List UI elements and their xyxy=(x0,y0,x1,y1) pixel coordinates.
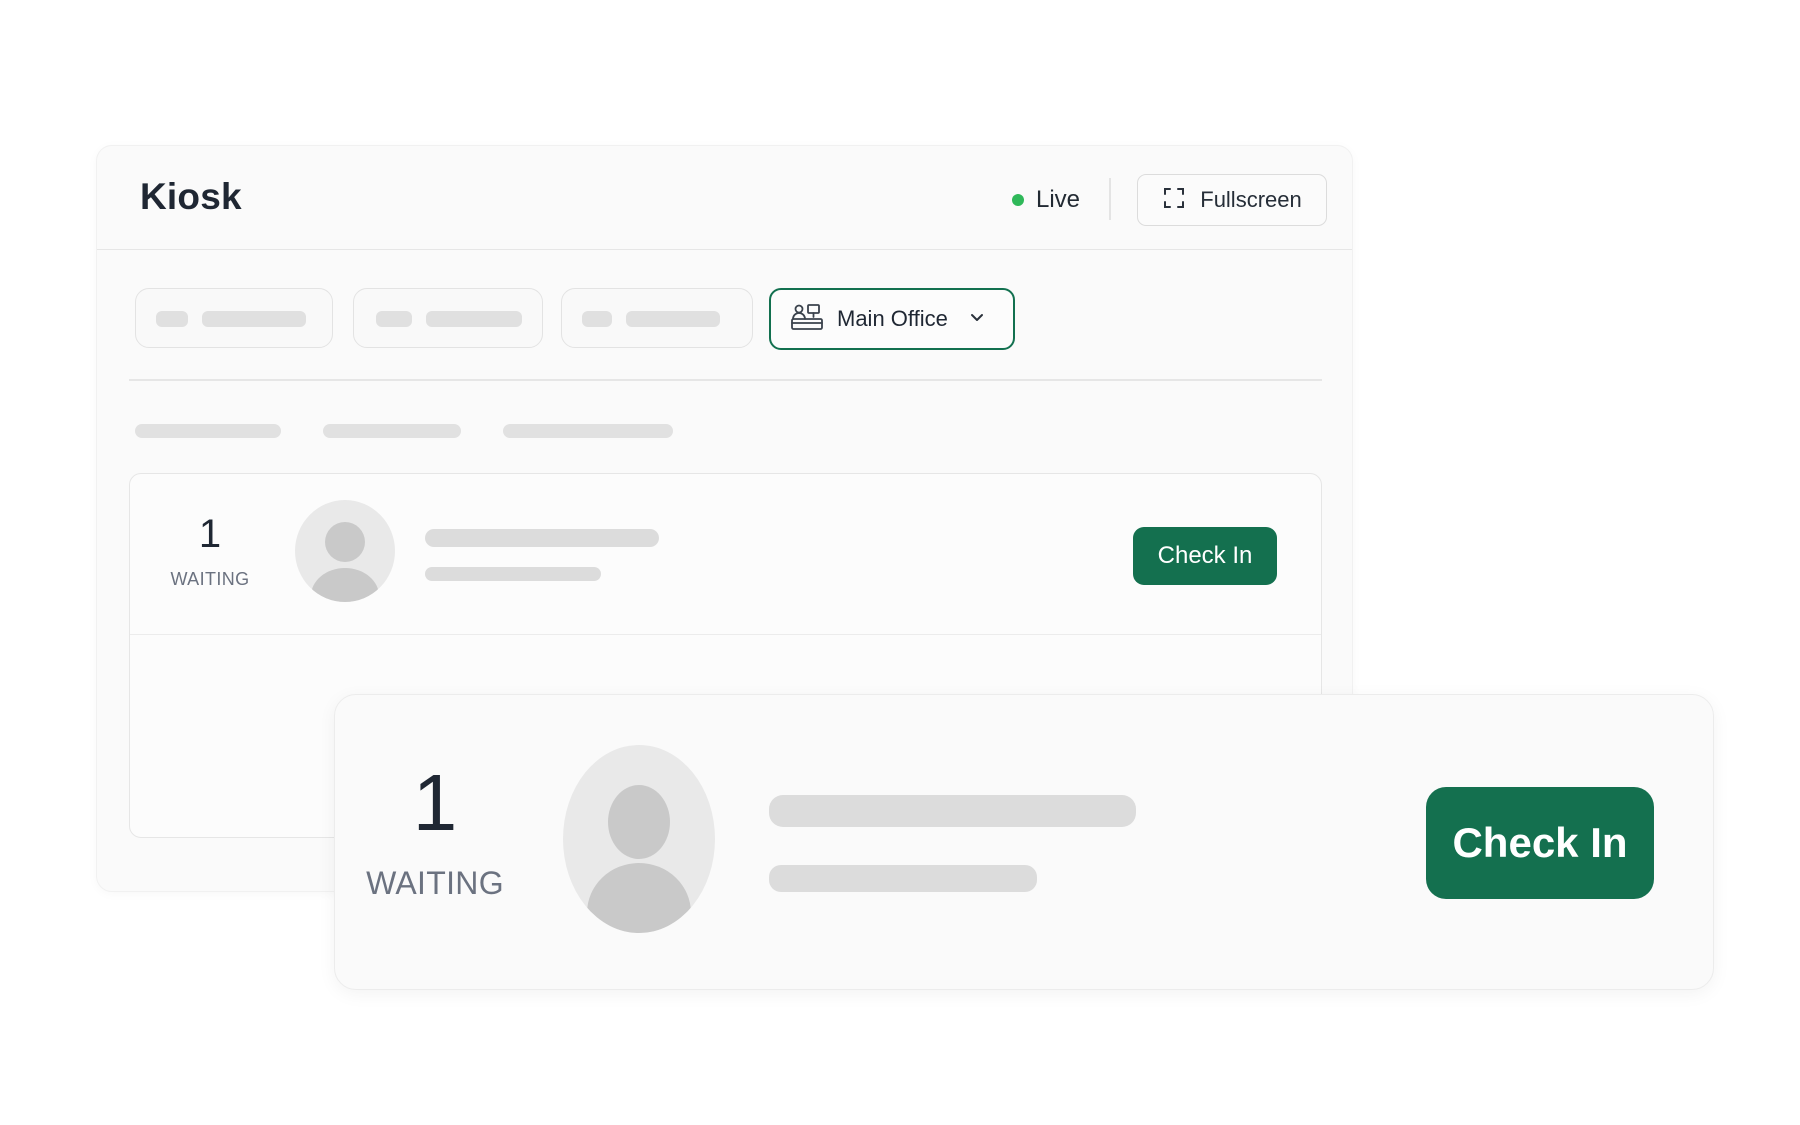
avatar xyxy=(563,745,715,933)
location-select[interactable]: Main Office xyxy=(769,288,1015,350)
tab-placeholder-2[interactable] xyxy=(323,424,461,438)
kiosk-header: Kiosk Live Fullscreen xyxy=(97,146,1352,250)
chevron-down-icon xyxy=(968,308,986,331)
avatar-head xyxy=(325,522,365,562)
waiting-status-label: WAITING xyxy=(366,865,504,901)
check-in-button[interactable]: Check In xyxy=(1426,787,1654,899)
check-in-button[interactable]: Check In xyxy=(1133,527,1277,585)
avatar-body xyxy=(587,863,691,933)
office-desk-icon xyxy=(791,303,823,336)
zoomed-queue-card: 1 WAITING Check In xyxy=(334,694,1714,990)
fullscreen-label: Fullscreen xyxy=(1200,187,1302,212)
pill-icon-placeholder xyxy=(156,311,188,327)
pill-label-placeholder xyxy=(426,311,522,327)
detail-placeholder xyxy=(769,865,1037,892)
pill-label-placeholder xyxy=(202,311,306,327)
avatar-head xyxy=(608,785,670,859)
filter-pill-3[interactable] xyxy=(561,288,753,348)
filter-pill-1[interactable] xyxy=(135,288,333,348)
live-status-dot-icon xyxy=(1012,194,1024,206)
pill-label-placeholder xyxy=(626,311,720,327)
detail-placeholder xyxy=(425,567,601,581)
name-placeholder xyxy=(769,795,1136,827)
waiting-count: 1 xyxy=(198,512,222,556)
pill-icon-placeholder xyxy=(582,311,612,327)
avatar xyxy=(295,500,395,602)
live-indicator: Live xyxy=(1012,186,1080,214)
waiting-count: 1 xyxy=(412,758,458,847)
name-placeholder xyxy=(425,529,659,547)
filter-pill-2[interactable] xyxy=(353,288,543,348)
pill-icon-placeholder xyxy=(376,311,412,327)
page-title: Kiosk xyxy=(140,176,242,217)
waiting-status-label: WAITING xyxy=(170,569,250,589)
tab-placeholder-3[interactable] xyxy=(503,424,673,438)
location-label: Main Office xyxy=(837,306,948,331)
tab-placeholder-1[interactable] xyxy=(135,424,281,438)
fullscreen-icon xyxy=(1162,186,1186,215)
header-divider xyxy=(1109,178,1111,220)
list-item: 1 WAITING Check In xyxy=(130,474,1321,635)
content-divider xyxy=(129,379,1322,381)
live-label: Live xyxy=(1036,186,1081,213)
fullscreen-button[interactable]: Fullscreen xyxy=(1137,174,1327,226)
avatar-body xyxy=(311,568,379,602)
